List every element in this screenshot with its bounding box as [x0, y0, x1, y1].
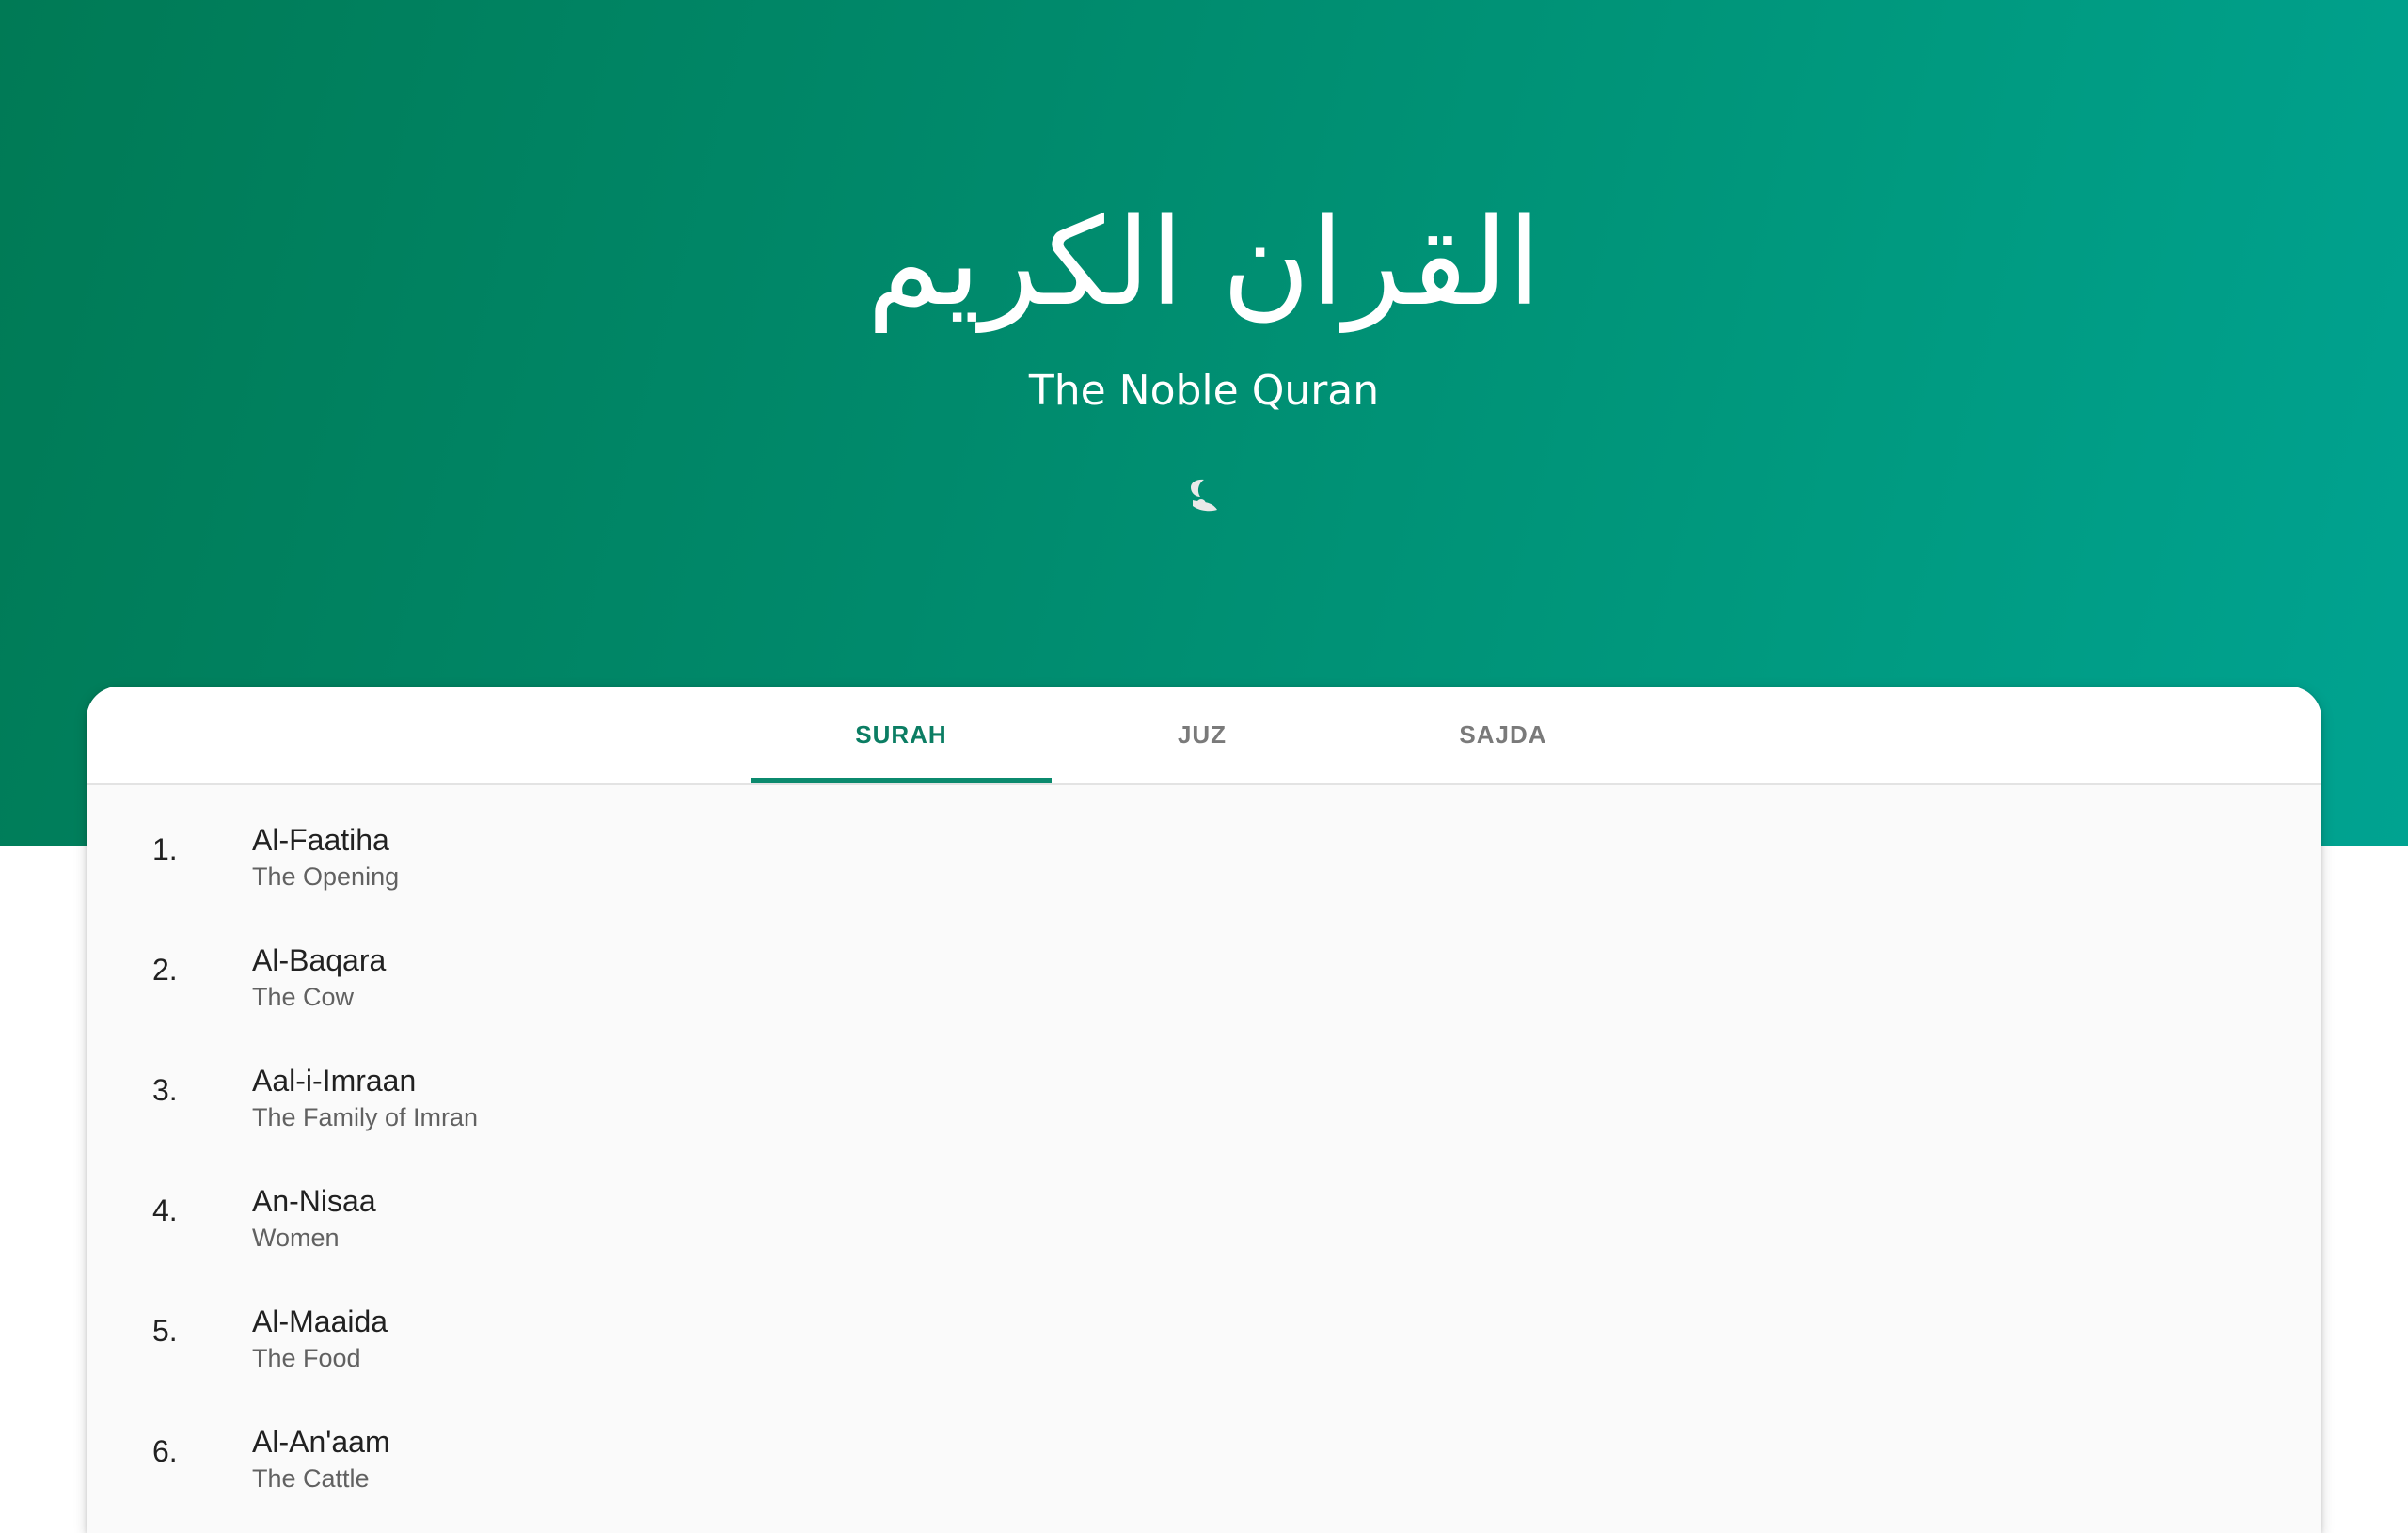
- theme-toggle-button[interactable]: [1180, 468, 1228, 517]
- surah-meaning: The Family of Imran: [252, 1103, 479, 1131]
- surah-meaning: Women: [252, 1224, 340, 1252]
- surah-name: Al-An'aam: [252, 1425, 390, 1459]
- surah-number: 6.: [152, 1434, 178, 1468]
- surah-list-item[interactable]: 2. Al-Baqara The Cow: [87, 904, 2321, 1024]
- tab-juz[interactable]: JUZ: [1052, 687, 1353, 783]
- surah-number: 1.: [152, 832, 178, 866]
- surah-meaning: The Opening: [252, 862, 400, 891]
- surah-name: Al-Faatiha: [252, 823, 389, 857]
- surah-list-item[interactable]: 4. An-Nisaa Women: [87, 1145, 2321, 1265]
- surah-name: Al-Baqara: [252, 943, 387, 977]
- surah-meaning: The Food: [252, 1344, 361, 1372]
- surah-name: An-Nisaa: [252, 1184, 376, 1218]
- surah-name: Al-Maaida: [252, 1304, 388, 1338]
- moon-icon: [1191, 479, 1217, 512]
- tab-surah[interactable]: SURAH: [751, 687, 1052, 783]
- surah-list: 1. Al-Faatiha The Opening 2. Al-Baqara T…: [87, 783, 2321, 1506]
- tab-sajda[interactable]: SAJDA: [1353, 687, 1654, 783]
- tab-bar: SURAH JUZ SAJDA: [87, 687, 2321, 785]
- surah-list-item[interactable]: 5. Al-Maaida The Food: [87, 1265, 2321, 1385]
- surah-meaning: The Cattle: [252, 1464, 370, 1493]
- page-subtitle: The Noble Quran: [1028, 367, 1380, 415]
- surah-list-item[interactable]: 6. Al-An'aam The Cattle: [87, 1385, 2321, 1506]
- surah-number: 5.: [152, 1314, 178, 1348]
- surah-list-item[interactable]: 3. Aal-i-Imraan The Family of Imran: [87, 1024, 2321, 1145]
- surah-meaning: The Cow: [252, 983, 355, 1011]
- surah-number: 4.: [152, 1193, 178, 1227]
- surah-name: Aal-i-Imraan: [252, 1064, 417, 1098]
- surah-number: 3.: [152, 1073, 178, 1107]
- page-title-arabic: القران الكريم: [866, 193, 1542, 333]
- surah-number: 2.: [152, 953, 178, 987]
- surah-list-item[interactable]: 1. Al-Faatiha The Opening: [87, 783, 2321, 904]
- content-card: SURAH JUZ SAJDA 1. Al-Faatiha The Openin…: [87, 687, 2321, 1533]
